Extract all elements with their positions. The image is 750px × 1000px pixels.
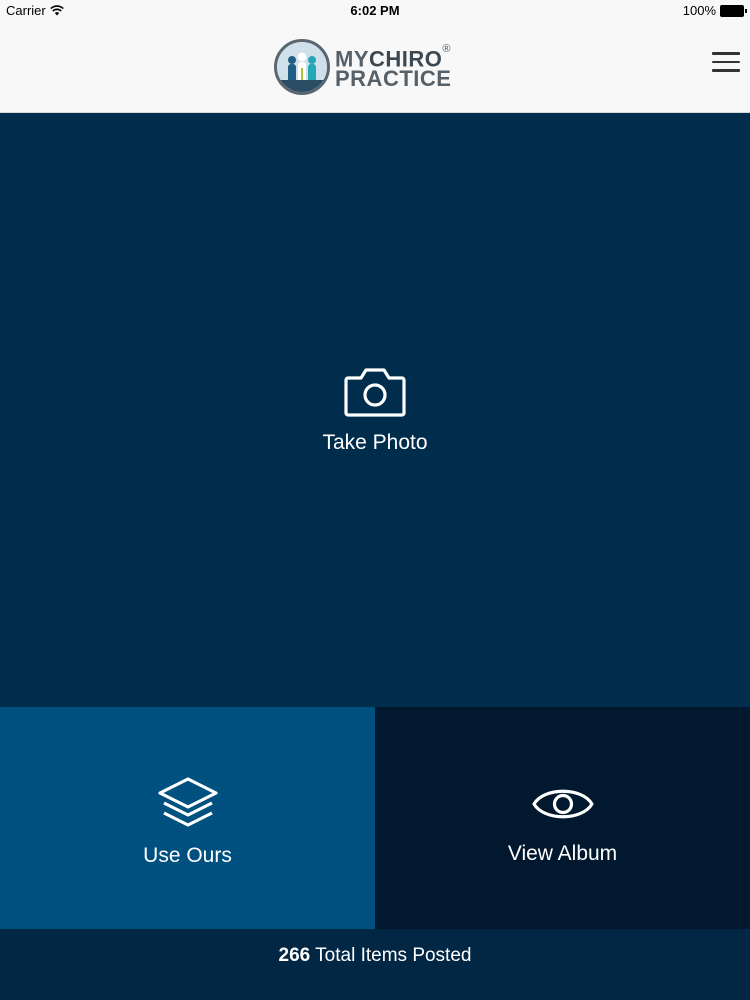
logo-wordmark: MYCHIRO® PRACTICE [335, 42, 452, 92]
take-photo-label: Take Photo [322, 431, 428, 454]
battery-status: 100% [682, 3, 747, 18]
use-ours-button[interactable]: Use Ours [0, 707, 375, 929]
status-bar: Carrier 6:02 PM 100% [0, 0, 750, 22]
take-photo-button[interactable]: Take Photo [0, 113, 750, 707]
camera-icon [344, 368, 406, 417]
app-logo[interactable]: MYCHIRO® PRACTICE [274, 36, 479, 98]
view-album-label: View Album [507, 842, 618, 865]
battery-icon [720, 4, 747, 17]
logo-practice: PRACTICE [335, 66, 452, 92]
logo-badge-icon [274, 39, 330, 95]
total-items-count: 266 [278, 945, 311, 966]
view-album-button[interactable]: View Album [375, 707, 750, 929]
layers-icon [157, 777, 218, 827]
use-ours-content: Use Ours [0, 775, 375, 868]
eye-icon [531, 789, 594, 819]
battery-percent: 100% [682, 3, 716, 18]
footer-stats: 266 Total Items Posted [0, 929, 750, 1000]
logo-registered: ® [442, 42, 451, 55]
view-album-content: View Album [375, 779, 750, 866]
status-time: 6:02 PM [350, 3, 400, 18]
total-items-label: Total Items Posted [315, 945, 472, 966]
take-photo-content: Take Photo [0, 366, 750, 455]
use-ours-label: Use Ours [143, 844, 232, 867]
nav-bar: MYCHIRO® PRACTICE [0, 22, 750, 113]
hamburger-menu-icon[interactable] [712, 52, 740, 74]
